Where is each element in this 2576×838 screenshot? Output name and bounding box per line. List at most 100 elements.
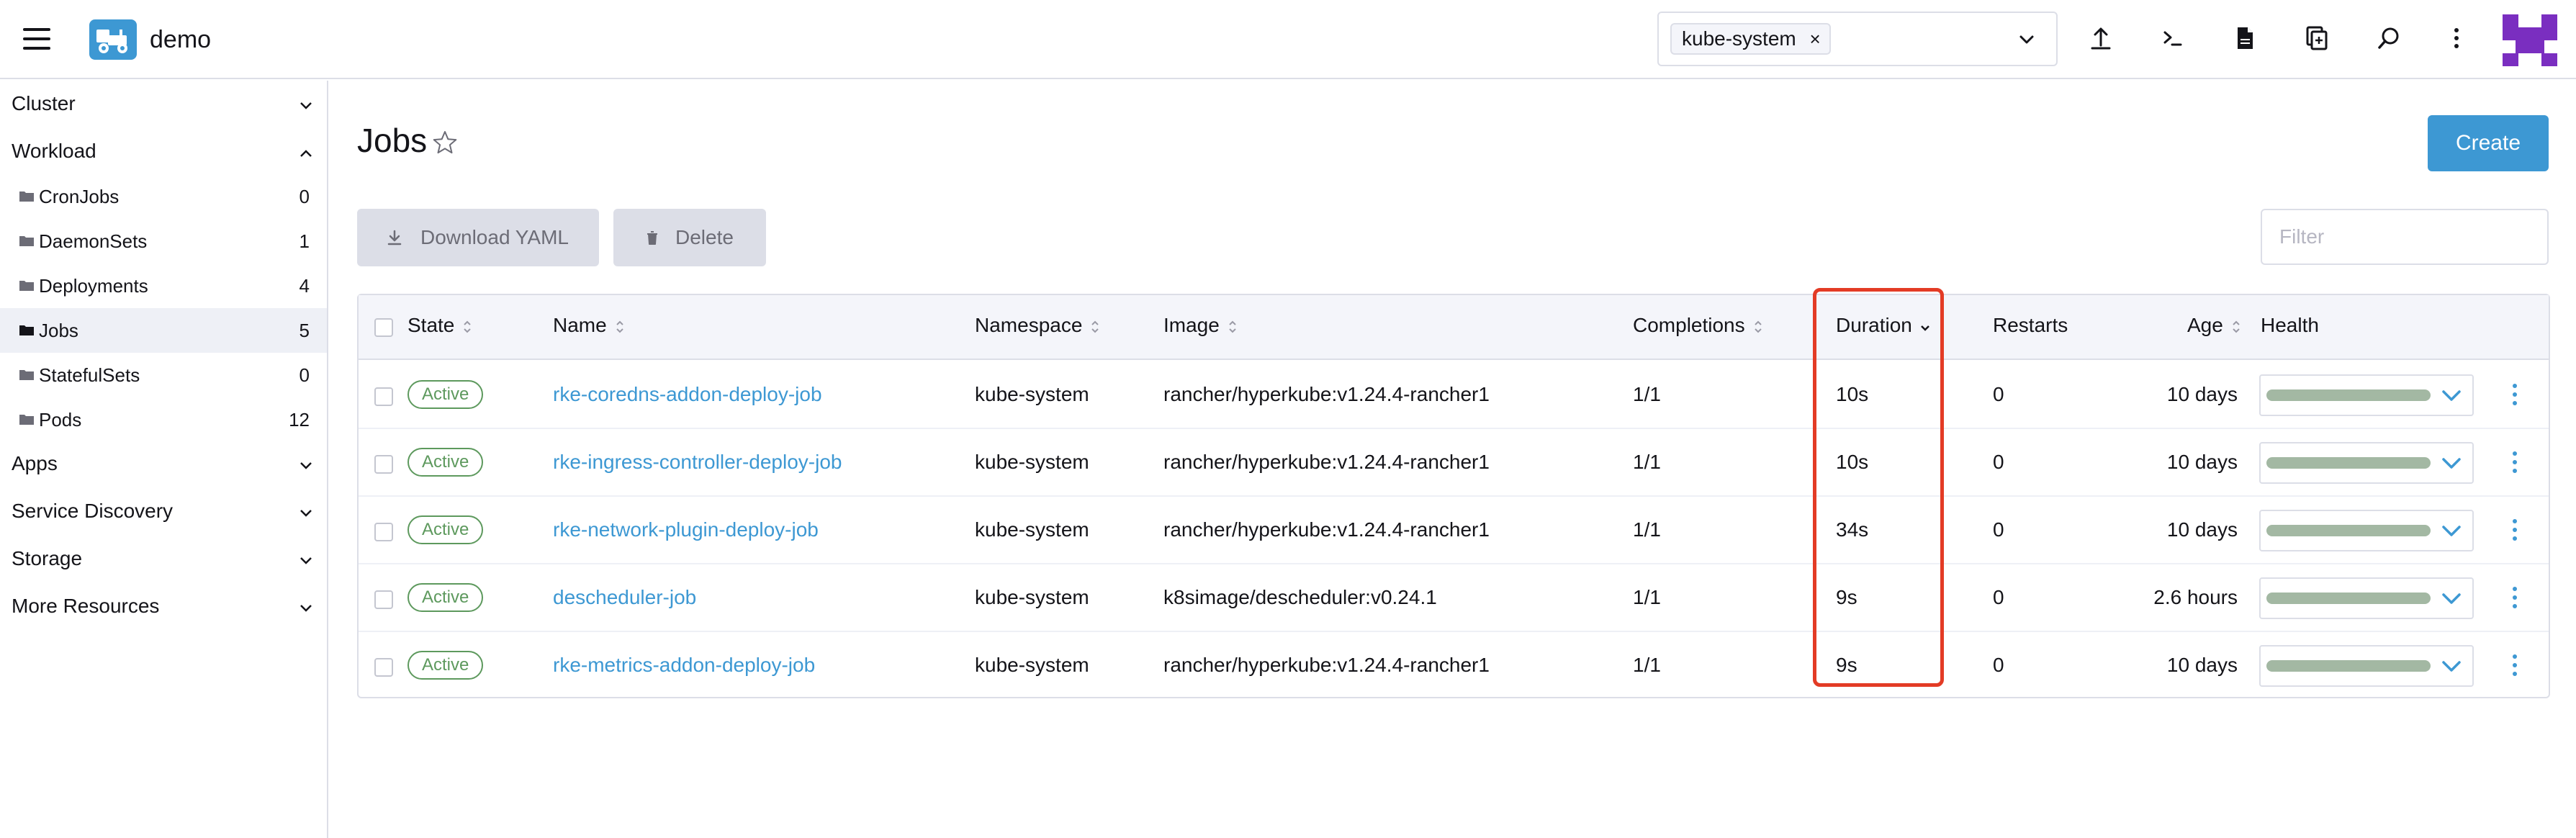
delete-button[interactable]: Delete: [613, 209, 766, 266]
copy-kubeconfig-icon[interactable]: [2302, 24, 2331, 53]
download-icon: [387, 230, 402, 245]
chevron-down-icon[interactable]: [298, 508, 314, 518]
row-actions-icon[interactable]: [2511, 585, 2518, 611]
nav-group-cluster[interactable]: Cluster: [12, 92, 76, 115]
row-actions-icon[interactable]: [2511, 652, 2518, 678]
sidebar-item-daemonsets[interactable]: DaemonSets 1: [0, 219, 327, 263]
row-checkbox[interactable]: [374, 590, 393, 609]
sidebar-item-count: 0: [299, 186, 310, 207]
chevron-down-icon: [2442, 458, 2461, 469]
column-header-state[interactable]: State: [407, 314, 473, 337]
health-bar: [2266, 525, 2431, 536]
row-checkbox[interactable]: [374, 523, 393, 541]
namespace-chip: kube-system ×: [1670, 23, 1831, 55]
import-yaml-icon[interactable]: [2086, 24, 2115, 53]
search-icon[interactable]: [2374, 24, 2403, 53]
restarts-cell: 0: [1993, 451, 2004, 473]
nav-group-service-discovery[interactable]: Service Discovery: [12, 500, 173, 523]
row-actions-icon[interactable]: [2511, 517, 2518, 543]
page-title: Jobs: [357, 122, 428, 159]
more-icon[interactable]: [2442, 24, 2471, 53]
sort-icon: [616, 320, 623, 333]
delete-label: Delete: [675, 226, 734, 248]
job-name-link[interactable]: rke-network-plugin-deploy-job: [553, 518, 819, 541]
folder-icon: [19, 415, 34, 425]
sidebar-item-pods[interactable]: Pods 12: [0, 397, 327, 442]
sidebar-item-deployments[interactable]: Deployments 4: [0, 263, 327, 308]
sidebar-item-jobs[interactable]: Jobs 5: [0, 308, 327, 353]
namespace-cell: kube-system: [975, 586, 1089, 608]
nav-group-workload[interactable]: Workload: [12, 140, 96, 163]
column-header-restarts[interactable]: Restarts: [1993, 314, 2068, 337]
column-label: State: [407, 314, 455, 336]
chevron-down-icon: [2442, 526, 2461, 536]
column-header-age[interactable]: Age: [2187, 314, 2242, 337]
sidebar-item-label: StatefulSets: [39, 364, 140, 386]
health-bar: [2266, 457, 2431, 469]
nav-group-storage[interactable]: Storage: [12, 547, 82, 570]
age-cell: 10 days: [2166, 451, 2238, 473]
health-dropdown[interactable]: [2259, 645, 2474, 687]
column-label: Name: [553, 314, 607, 336]
row-checkbox[interactable]: [374, 455, 393, 474]
chevron-down-icon[interactable]: [298, 603, 314, 613]
column-header-image[interactable]: Image: [1163, 314, 1238, 337]
row-checkbox[interactable]: [374, 658, 393, 677]
sidebar-item-cronjobs[interactable]: CronJobs 0: [0, 174, 327, 219]
column-header-name[interactable]: Name: [553, 314, 626, 337]
chevron-down-icon[interactable]: [298, 101, 314, 111]
restarts-cell: 0: [1993, 518, 2004, 541]
kubeconfig-file-icon[interactable]: [2230, 24, 2259, 53]
remove-namespace-icon[interactable]: ×: [1810, 24, 1821, 53]
menu-icon[interactable]: [23, 28, 50, 50]
chevron-down-icon: [2442, 593, 2461, 604]
sort-icon: [1229, 320, 1236, 333]
folder-icon: [19, 325, 34, 335]
image-cell: rancher/hyperkube:v1.24.4-rancher1: [1163, 451, 1490, 473]
nav-group-apps[interactable]: Apps: [12, 452, 58, 475]
chevron-down-icon[interactable]: [2016, 29, 2037, 50]
health-dropdown[interactable]: [2259, 577, 2474, 619]
job-name-link[interactable]: rke-coredns-addon-deploy-job: [553, 383, 822, 406]
download-yaml-button[interactable]: Download YAML: [357, 209, 599, 266]
cluster-logo-icon: [89, 19, 137, 60]
favorite-star-icon[interactable]: [432, 130, 458, 156]
health-dropdown[interactable]: [2259, 374, 2474, 416]
job-name-link[interactable]: rke-metrics-addon-deploy-job: [553, 654, 815, 677]
job-name-link[interactable]: rke-ingress-controller-deploy-job: [553, 451, 842, 474]
sidebar-item-statefulsets[interactable]: StatefulSets 0: [0, 353, 327, 397]
age-cell: 2.6 hours: [2153, 586, 2238, 608]
chevron-down-icon[interactable]: [298, 461, 314, 471]
health-bar: [2266, 389, 2431, 401]
column-header-completions[interactable]: Completions: [1633, 314, 1764, 337]
chevron-down-icon: [2442, 661, 2461, 672]
select-all-checkbox[interactable]: [374, 318, 393, 337]
age-cell: 10 days: [2166, 383, 2238, 405]
row-checkbox[interactable]: [374, 387, 393, 406]
create-button[interactable]: Create: [2428, 115, 2549, 171]
namespace-cell: kube-system: [975, 451, 1089, 473]
sort-icon: [464, 320, 472, 333]
nav-group-more-resources[interactable]: More Resources: [12, 595, 159, 618]
row-actions-icon[interactable]: [2511, 382, 2518, 407]
state-badge: Active: [407, 515, 484, 544]
completions-cell: 1/1: [1633, 451, 1661, 473]
state-badge: Active: [407, 380, 484, 409]
column-header-namespace[interactable]: Namespace: [975, 314, 1101, 337]
kubectl-shell-icon[interactable]: [2158, 24, 2187, 53]
sidebar-item-label: Pods: [39, 409, 82, 431]
brand-logo-icon[interactable]: [2503, 14, 2557, 66]
restarts-cell: 0: [1993, 383, 2004, 405]
job-name-link[interactable]: descheduler-job: [553, 586, 696, 609]
chevron-down-icon[interactable]: [298, 556, 314, 566]
row-actions-icon[interactable]: [2511, 449, 2518, 475]
sidebar-item-count: 12: [289, 409, 310, 431]
column-label: Completions: [1633, 314, 1745, 336]
namespace-filter-select[interactable]: kube-system ×: [1657, 12, 2058, 66]
top-header: demo kube-system ×: [0, 0, 2576, 79]
chevron-up-icon[interactable]: [298, 148, 314, 158]
filter-input[interactable]: [2261, 209, 2549, 265]
health-dropdown[interactable]: [2259, 510, 2474, 551]
health-dropdown[interactable]: [2259, 442, 2474, 484]
state-badge: Active: [407, 651, 484, 680]
